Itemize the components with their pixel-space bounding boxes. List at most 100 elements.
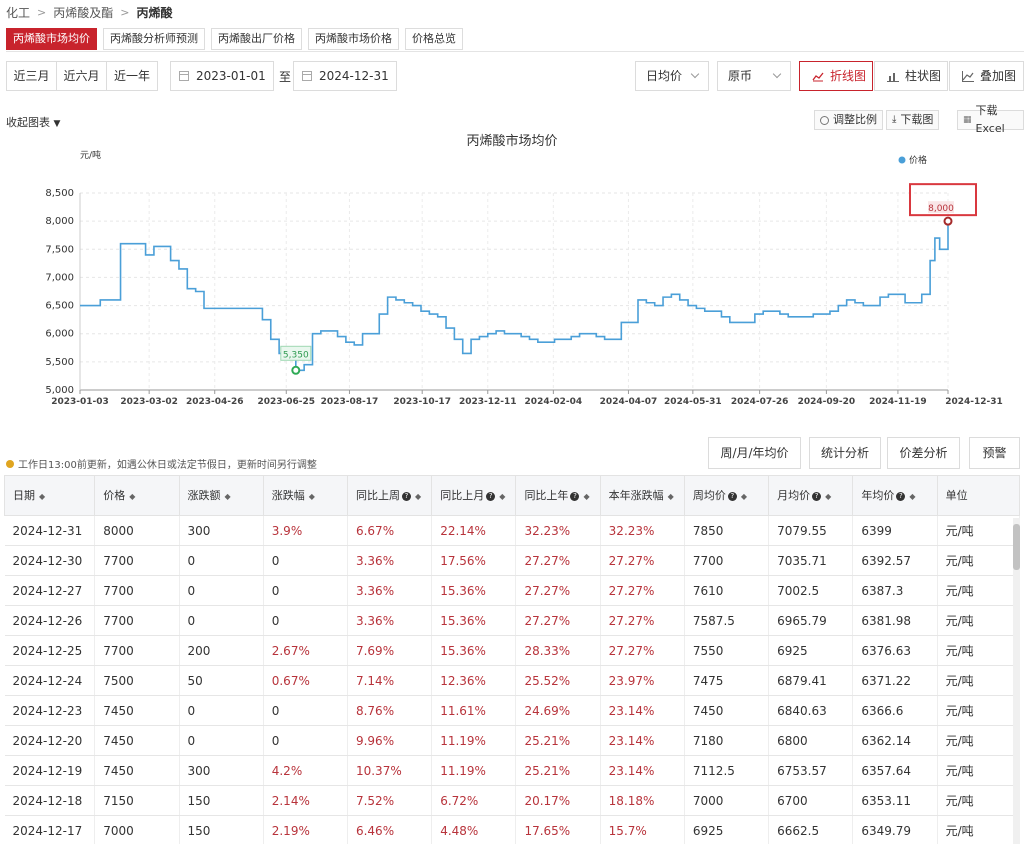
currency-select[interactable]: 原币	[717, 61, 791, 91]
table-header-cell[interactable]: 日期 ◆	[3, 475, 96, 516]
table-header-cell[interactable]: 本年涨跌幅 ◆	[599, 475, 685, 516]
period-select[interactable]: 日均价	[635, 61, 709, 91]
info-icon[interactable]: ?	[896, 491, 906, 501]
info-icon[interactable]: ?	[812, 491, 822, 501]
table-header-cell[interactable]: 涨跌幅 ◆	[262, 475, 348, 516]
table-header-cell[interactable]: 年均价? ◆	[852, 475, 938, 516]
table-cell: 3.9%	[263, 515, 348, 546]
sort-icon[interactable]: ◆	[415, 492, 421, 501]
chevron-right-icon: >	[120, 5, 130, 19]
table-cell: 23.14%	[600, 755, 685, 786]
period-average-button[interactable]: 周/月/年均价	[708, 437, 801, 469]
tab-price-overview[interactable]: 价格总览	[405, 28, 463, 50]
table-cell: 32.23%	[515, 515, 601, 546]
sort-icon[interactable]: ◆	[225, 492, 231, 501]
table-header-cell[interactable]: 同比上月? ◆	[431, 475, 517, 516]
overlay-chart-button[interactable]: 叠加图	[949, 61, 1024, 91]
table-header-cell[interactable]: 周均价? ◆	[683, 475, 770, 516]
table-cell: 27.27%	[600, 605, 685, 636]
tab-market-price[interactable]: 丙烯酸市场价格	[308, 28, 399, 50]
table-cell: 15.36%	[431, 605, 517, 636]
tab-factory-price[interactable]: 丙烯酸出厂价格	[211, 28, 302, 50]
table-cell: 7450	[94, 695, 180, 726]
sort-icon[interactable]: ◆	[583, 492, 589, 501]
table-cell: 8000	[94, 515, 180, 546]
info-icon[interactable]: ?	[727, 491, 737, 501]
table-row: 2024-12-27 7700 0 0 3.36% 15.36% 27.27% 27.27% 7…	[4, 575, 1021, 606]
x-tick-label: 2023-12-11	[459, 397, 517, 407]
table-cell: 17.65%	[515, 815, 601, 844]
table-cell: 0	[263, 545, 348, 576]
info-icon[interactable]: ?	[486, 491, 496, 501]
sort-icon[interactable]: ◆	[741, 492, 747, 501]
table-cell: 7150	[94, 785, 180, 816]
table-cell: 元/吨	[937, 545, 1021, 576]
sort-icon[interactable]: ◆	[668, 492, 674, 501]
table-cell: 2024-12-26	[4, 605, 96, 636]
sort-icon[interactable]: ◆	[499, 492, 505, 501]
table-cell: 元/吨	[937, 635, 1021, 666]
table-header-cell: 单位	[936, 475, 1021, 516]
table-header-label: 单位	[945, 489, 968, 502]
breadcrumb: 化工 > 丙烯酸及酯 > 丙烯酸	[6, 3, 172, 21]
sort-icon[interactable]: ◆	[39, 492, 45, 501]
table-header: 日期 ◆ 价格 ◆ 涨跌额 ◆ 涨跌幅 ◆ 同比上周? ◆ 同比上月? ◆ 同比上年? ◆ 本年涨跌幅 ◆ 周均…	[3, 475, 1021, 516]
table-header-cell[interactable]: 月均价? ◆	[768, 475, 854, 516]
sort-icon[interactable]: ◆	[825, 492, 831, 501]
range-3-months-button[interactable]: 近三月	[7, 62, 57, 90]
sort-icon[interactable]: ◆	[129, 492, 135, 501]
table-cell: 2.14%	[263, 785, 348, 816]
currency-select-value: 原币	[728, 69, 753, 83]
table-header-cell[interactable]: 同比上周? ◆	[346, 475, 433, 516]
table-cell: 9.96%	[347, 725, 433, 756]
table-header-cell[interactable]: 价格 ◆	[94, 475, 180, 516]
table-header-cell[interactable]: 同比上年? ◆	[515, 475, 601, 516]
date-range-separator: 至	[279, 70, 292, 84]
table-header-cell[interactable]: 涨跌额 ◆	[178, 475, 264, 516]
line-chart-button[interactable]: 折线图	[799, 61, 873, 91]
spread-analysis-button[interactable]: 价差分析	[887, 437, 960, 469]
y-tick-label: 5,500	[45, 357, 74, 368]
table-cell: 4.48%	[431, 815, 517, 844]
table-cell: 0	[263, 575, 348, 606]
table-scrollbar[interactable]	[1013, 518, 1020, 844]
breadcrumb-item-chemical[interactable]: 化工	[6, 4, 30, 21]
chart-title: 丙烯酸市场均价	[466, 133, 557, 149]
table-cell: 23.97%	[600, 665, 685, 696]
start-date-input[interactable]: 2023-01-01	[170, 61, 274, 91]
range-6-months-button[interactable]: 近六月	[57, 62, 107, 90]
tab-market-average[interactable]: 丙烯酸市场均价	[6, 28, 97, 50]
table-row: 2024-12-26 7700 0 0 3.36% 15.36% 27.27% 27.27% 7…	[4, 605, 1021, 636]
table-cell: 6392.57	[852, 545, 938, 576]
table-cell: 7000	[94, 815, 180, 844]
y-tick-label: 8,500	[45, 188, 74, 199]
table-cell: 0	[179, 575, 264, 606]
statistics-button[interactable]: 统计分析	[809, 437, 881, 469]
table-row: 2024-12-23 7450 0 0 8.76% 11.61% 24.69% 23.14% 7…	[4, 695, 1021, 726]
table-header-label: 同比上月	[440, 488, 485, 502]
tab-analyst-forecast[interactable]: 丙烯酸分析师预测	[103, 28, 205, 50]
price-line-chart: 丙烯酸市场均价元/吨 5,000 5,500 6,000 6,500 7,000 7,500…	[45, 133, 1002, 407]
table-cell: 7550	[684, 635, 770, 666]
table-header-label: 价格	[103, 488, 126, 502]
sort-icon[interactable]: ◆	[309, 492, 315, 501]
breadcrumb-item-acrylic-esters[interactable]: 丙烯酸及酯	[53, 4, 113, 21]
end-date-input[interactable]: 2024-12-31	[293, 61, 397, 91]
alert-button[interactable]: 预警	[969, 437, 1020, 469]
table-cell: 27.27%	[515, 545, 601, 576]
table-header-label: 周均价	[692, 488, 726, 502]
table-cell: 4.2%	[263, 755, 348, 786]
scrollbar-thumb[interactable]	[1013, 524, 1020, 570]
x-tick-label: 2023-06-25	[257, 397, 315, 407]
sort-icon[interactable]: ◆	[909, 492, 915, 501]
bar-chart-button[interactable]: 柱状图	[874, 61, 948, 91]
table-cell: 6700	[768, 785, 854, 816]
info-icon[interactable]: ?	[570, 491, 580, 501]
calendar-icon	[302, 71, 312, 81]
range-1-year-button[interactable]: 近一年	[107, 62, 157, 90]
table-cell: 3.36%	[347, 605, 433, 636]
table-cell: 0	[179, 725, 264, 756]
table-cell: 7700	[684, 545, 770, 576]
table-body: 2024-12-31 8000 300 3.9% 6.67% 22.14% 32.23% 32…	[4, 515, 1021, 844]
info-icon[interactable]: ?	[401, 491, 411, 501]
